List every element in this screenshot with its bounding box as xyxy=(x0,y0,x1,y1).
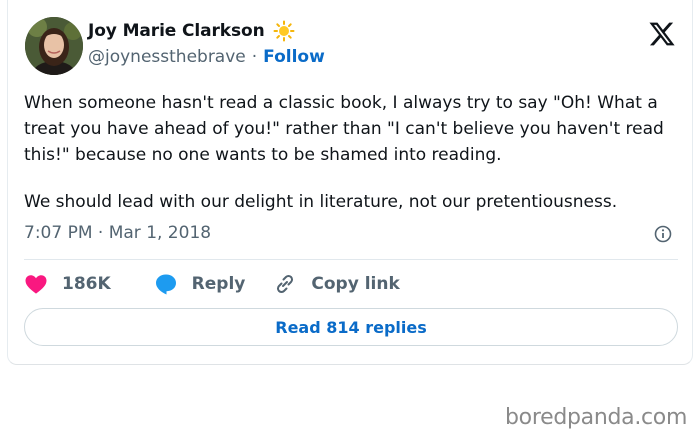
divider xyxy=(24,259,678,260)
copy-link-label: Copy link xyxy=(311,274,400,294)
tweet-timestamp[interactable]: 7:07 PM · Mar 1, 2018 xyxy=(24,223,211,243)
action-bar: 186K Reply Copy link xyxy=(24,270,400,298)
tweet-text: When someone hasn't read a classic book,… xyxy=(24,90,684,215)
likes-count: 186K xyxy=(62,274,111,294)
reply-button[interactable]: Reply xyxy=(154,272,246,296)
follow-button[interactable]: Follow xyxy=(263,47,325,67)
x-logo-icon[interactable] xyxy=(648,20,676,48)
info-icon[interactable] xyxy=(654,225,672,243)
avatar-image xyxy=(25,17,83,75)
avatar[interactable] xyxy=(25,17,83,75)
sun-emoji-icon xyxy=(273,20,295,42)
heart-icon xyxy=(24,272,48,296)
separator-dot: · xyxy=(251,47,258,67)
copy-link-button[interactable]: Copy link xyxy=(273,272,400,296)
tweet-paragraph: When someone hasn't read a classic book,… xyxy=(24,93,664,165)
author-name-row: Joy Marie Clarkson xyxy=(88,20,295,42)
author-handle[interactable]: @joynessthebrave xyxy=(88,47,246,67)
reply-label: Reply xyxy=(191,274,246,294)
tweet-paragraph: We should lead with our delight in liter… xyxy=(24,192,618,212)
like-button[interactable]: 186K xyxy=(24,272,111,296)
read-replies-button[interactable]: Read 814 replies xyxy=(24,308,678,346)
reply-bubble-icon xyxy=(154,272,178,296)
tweet-card: Joy Marie Clarkson @joynessthebrave · Fo… xyxy=(7,0,693,365)
handle-row: @joynessthebrave · Follow xyxy=(88,47,325,67)
link-icon xyxy=(273,272,297,296)
watermark-logo: boredpanda.com xyxy=(505,405,688,430)
author-name[interactable]: Joy Marie Clarkson xyxy=(88,21,265,41)
